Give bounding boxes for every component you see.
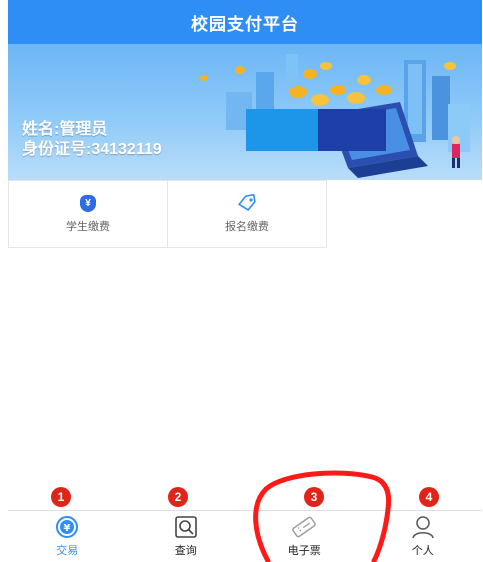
nav-item-personal[interactable]: 个人 — [364, 511, 483, 562]
tile-label: 学生缴费 — [66, 220, 110, 233]
annotation-badge-3: 3 — [304, 487, 324, 507]
nav-label: 个人 — [411, 545, 434, 557]
annotation-badge-4: 4 — [419, 487, 439, 507]
yuan-glyph: ¥ — [64, 523, 71, 534]
banner-illustration — [200, 54, 470, 178]
nav-item-query[interactable]: 查询 — [127, 511, 246, 562]
nav-label: 查询 — [174, 545, 197, 557]
function-tiles: ¥ 学生缴费 报名缴费 — [8, 180, 327, 248]
annotation-badge-2: 2 — [168, 487, 188, 507]
nav-item-trade[interactable]: ¥ 交易 — [8, 511, 127, 562]
student-payment-tile[interactable]: ¥ 学生缴费 — [9, 181, 168, 247]
nav-label: 交易 — [56, 545, 79, 557]
app-header: 校园支付平台 — [8, 0, 482, 44]
page-title: 校园支付平台 — [191, 14, 299, 34]
tag-icon — [238, 194, 256, 211]
search-icon — [174, 516, 197, 538]
money-bag-icon: ¥ — [80, 194, 96, 212]
banner: 姓名:管理员 身份证号:34132119 — [8, 44, 482, 180]
ticket-icon — [292, 516, 317, 538]
annotation-badge-1: 1 — [51, 487, 71, 507]
nav-label: 电子票 — [287, 545, 321, 557]
person-icon — [412, 516, 434, 539]
tile-label: 报名缴费 — [225, 221, 269, 233]
nav-item-e-ticket[interactable]: 电子票 — [245, 511, 364, 562]
user-id-number: 身份证号:34132119 — [22, 141, 162, 158]
yuan-circle-icon: ¥ — [56, 516, 79, 538]
registration-payment-tile[interactable]: 报名缴费 — [168, 181, 326, 247]
redaction-block — [246, 109, 318, 151]
redaction-block — [318, 109, 386, 151]
bottom-nav: ¥ 交易 查询 电子票 个人 — [8, 510, 482, 562]
